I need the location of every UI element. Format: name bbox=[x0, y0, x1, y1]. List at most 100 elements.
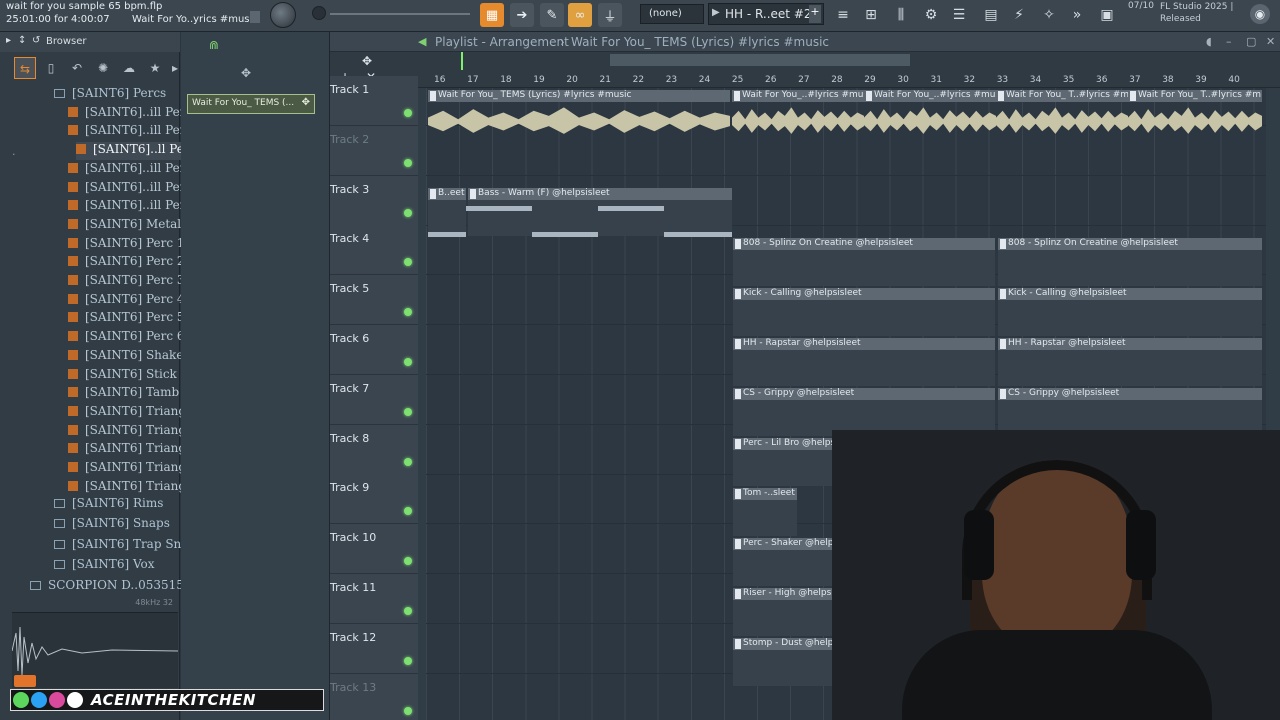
browser-folder[interactable]: [SAINT6] Rims bbox=[54, 496, 163, 514]
browser-file[interactable]: [SAINT6] Perc 5 bbox=[68, 310, 185, 328]
playlist-clip[interactable]: CS - Grippy @helpsisleet bbox=[998, 388, 1262, 400]
cloud-icon[interactable]: ☁ bbox=[118, 57, 140, 79]
browser-icon[interactable]: ☰ bbox=[948, 4, 970, 26]
track-mute-led[interactable] bbox=[404, 258, 412, 267]
track-header[interactable]: Track 7 bbox=[330, 374, 418, 425]
browser-file[interactable]: [SAINT6] Metal bbox=[68, 217, 181, 235]
undo-icon[interactable]: ↶ bbox=[66, 57, 88, 79]
track-mute-led[interactable] bbox=[404, 208, 412, 217]
track-mute-led[interactable] bbox=[404, 507, 412, 516]
clip-body[interactable] bbox=[733, 250, 995, 286]
clip-body[interactable] bbox=[998, 250, 1262, 286]
track-lane[interactable] bbox=[426, 126, 1266, 176]
metronome-button[interactable]: ⏚ bbox=[598, 3, 622, 27]
link-button[interactable]: ∞ bbox=[568, 3, 592, 27]
forward-icon[interactable]: » bbox=[1066, 4, 1088, 26]
track-mute-led[interactable] bbox=[404, 457, 412, 466]
play-icon[interactable]: ◀ bbox=[418, 35, 426, 48]
playlist-clip[interactable]: 808 - Splinz On Creatine @helpsisleet bbox=[998, 238, 1262, 250]
globe-icon[interactable]: ◉ bbox=[1250, 4, 1270, 24]
pattern-select[interactable]: ▶ HH - R..eet #2 + bbox=[708, 3, 824, 25]
clip-body[interactable] bbox=[998, 300, 1262, 336]
magnet-icon[interactable]: ⋒ bbox=[209, 38, 219, 52]
back-arrow-icon[interactable]: ↺ bbox=[32, 35, 40, 46]
sample-preview[interactable] bbox=[11, 612, 179, 688]
draw-tool-button[interactable]: ✎ bbox=[540, 3, 564, 27]
microphone-icon[interactable]: ✧ bbox=[1038, 4, 1060, 26]
channel-rack-icon[interactable]: ≡ bbox=[832, 4, 854, 26]
clip-body[interactable] bbox=[428, 200, 466, 236]
detach-icon[interactable]: ◖ bbox=[1206, 35, 1212, 48]
track-mute-led[interactable] bbox=[404, 308, 412, 317]
playlist-clip[interactable]: 808 - Splinz On Creatine @helpsisleet bbox=[733, 238, 995, 250]
track-header[interactable]: Track 8 bbox=[330, 424, 418, 475]
browser-file[interactable]: [SAINT6] Perc 3 bbox=[68, 273, 185, 291]
clip-menu-icon[interactable] bbox=[735, 589, 741, 599]
playlist-clip[interactable]: CS - Grippy @helpsisleet bbox=[733, 388, 995, 400]
move-icon[interactable]: ✥ bbox=[241, 66, 251, 80]
clip-body[interactable] bbox=[998, 350, 1262, 386]
piano-roll-icon[interactable]: ⊞ bbox=[860, 4, 882, 26]
track-header[interactable]: Track 9 bbox=[330, 474, 418, 525]
play-position-marker[interactable] bbox=[461, 52, 463, 70]
hint-scroll[interactable] bbox=[250, 11, 260, 23]
playlist-button[interactable]: ▦ bbox=[480, 3, 504, 27]
track-header[interactable]: Track 4 bbox=[330, 225, 418, 276]
playlist-clip[interactable]: Wait For You_ TEMS (Lyrics) #lyrics #mus… bbox=[428, 90, 730, 102]
midi-note[interactable] bbox=[532, 232, 598, 237]
clip-menu-icon[interactable] bbox=[430, 91, 436, 101]
track-mute-led[interactable] bbox=[404, 706, 412, 715]
playlist-clip[interactable]: Wait For You_ T..#lyrics #m bbox=[1128, 90, 1262, 102]
move-tool-icon[interactable]: ✥ bbox=[362, 54, 372, 68]
track-mute-led[interactable] bbox=[404, 407, 412, 416]
track-mute-led[interactable] bbox=[404, 656, 412, 665]
browser-folder[interactable]: [SAINT6] Percs bbox=[54, 86, 166, 104]
track-mute-led[interactable] bbox=[404, 158, 412, 167]
add-pattern-button[interactable]: + bbox=[809, 5, 821, 23]
browser-file[interactable]: [SAINT6] Shaker bbox=[68, 348, 189, 366]
master-slider[interactable] bbox=[330, 13, 470, 15]
browser-file[interactable]: [SAINT6] Perc 4 bbox=[68, 292, 185, 310]
browser-file[interactable]: [SAINT6] Perc 1 bbox=[68, 236, 185, 254]
clip-menu-icon[interactable] bbox=[1000, 389, 1006, 399]
clip-body[interactable] bbox=[733, 500, 797, 536]
track-mute-led[interactable] bbox=[404, 358, 412, 366]
track-mute-led[interactable] bbox=[404, 607, 412, 615]
plugin-icon[interactable]: ⚙ bbox=[920, 4, 942, 26]
expand-arrow-icon[interactable]: ↕ bbox=[18, 35, 26, 46]
browser-file[interactable]: [SAINT6] Perc 6 bbox=[68, 329, 185, 347]
minimize-icon[interactable]: – bbox=[1226, 35, 1232, 48]
master-pitch-knob[interactable] bbox=[312, 6, 326, 20]
track-header[interactable]: Track 5 bbox=[330, 275, 418, 326]
track-header[interactable]: Track 10 bbox=[330, 524, 418, 575]
clip-menu-icon[interactable] bbox=[430, 189, 436, 199]
track-header[interactable]: Track 6 bbox=[330, 325, 418, 375]
close-icon[interactable]: ✕ bbox=[1266, 35, 1275, 48]
clip-menu-icon[interactable] bbox=[735, 639, 741, 649]
clip-menu-icon[interactable] bbox=[866, 91, 872, 101]
master-volume-knob[interactable] bbox=[270, 2, 296, 28]
shop-icon[interactable]: ▣ bbox=[1096, 4, 1118, 26]
document-icon[interactable]: ▯ bbox=[40, 57, 62, 79]
track-mute-led[interactable] bbox=[404, 109, 412, 117]
playlist-clip[interactable]: HH - Rapstar @helpsisleet bbox=[733, 338, 995, 350]
browser-file[interactable]: [SAINT6] Stick bbox=[68, 367, 177, 385]
track-header[interactable]: Track 13 bbox=[330, 673, 418, 720]
plug-in-icon[interactable]: ✺ bbox=[92, 57, 114, 79]
arrow-tool-button[interactable]: ➔ bbox=[510, 3, 534, 27]
browser-folder[interactable]: [SAINT6] Snaps bbox=[54, 516, 170, 534]
clip-menu-icon[interactable] bbox=[1000, 339, 1006, 349]
clip-body[interactable] bbox=[733, 300, 995, 336]
playlist-clip[interactable]: Wait For You_..#lyrics #music bbox=[732, 90, 864, 102]
playlist-clip[interactable]: Wait For You_..#lyrics #music bbox=[864, 90, 996, 102]
collapse-arrow-icon[interactable]: ▸ bbox=[6, 35, 11, 46]
playlist-clip[interactable]: Kick - Calling @helpsisleet bbox=[998, 288, 1262, 300]
clip-menu-icon[interactable] bbox=[735, 389, 741, 399]
clip-menu-icon[interactable] bbox=[1000, 239, 1006, 249]
track-header[interactable]: Track 1 bbox=[330, 76, 418, 126]
clip-body[interactable] bbox=[733, 350, 995, 386]
star-icon[interactable]: ★ bbox=[144, 57, 166, 79]
browser-file[interactable]: [SAINT6] Perc 2 bbox=[68, 254, 185, 272]
clip-menu-icon[interactable] bbox=[1130, 91, 1136, 101]
track-header[interactable]: Track 12 bbox=[330, 623, 418, 674]
